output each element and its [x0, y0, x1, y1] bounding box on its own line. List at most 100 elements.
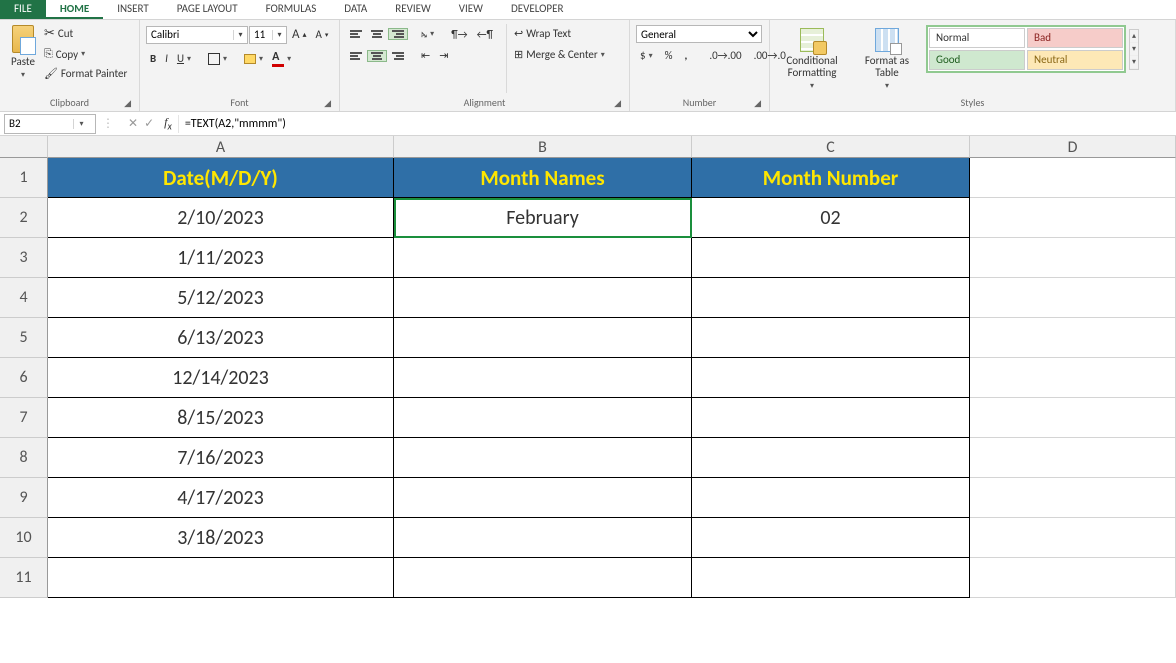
font-color-button[interactable]: A▾ [268, 48, 295, 69]
italic-button[interactable]: I [161, 50, 172, 67]
col-header-a[interactable]: A [48, 136, 394, 158]
cell-B2[interactable]: February [394, 198, 692, 238]
tab-data[interactable]: DATA [330, 0, 381, 19]
rtl-button[interactable]: ←¶ [473, 26, 497, 43]
row-header[interactable]: 10 [0, 518, 48, 558]
cell-D4[interactable] [970, 278, 1176, 318]
copy-button[interactable]: ⎘Copy▾ [40, 45, 131, 63]
merge-center-button[interactable]: ⊞Merge & Center▾ [510, 46, 609, 63]
paste-button[interactable]: Paste ▾ [6, 22, 40, 95]
row-header[interactable]: 2 [0, 198, 48, 238]
comma-format-button[interactable]: , [680, 47, 691, 64]
style-neutral[interactable]: Neutral [1027, 50, 1123, 70]
cell-D5[interactable] [970, 318, 1176, 358]
gallery-scroll[interactable]: ▴▾▾ [1129, 29, 1139, 70]
increase-decimal-button[interactable]: .0→.00 [705, 47, 745, 64]
cell-B11[interactable] [394, 558, 692, 598]
cell-D11[interactable] [970, 558, 1176, 598]
orientation-button[interactable]: ⦮▾ [417, 25, 438, 43]
bold-button[interactable]: B [146, 50, 160, 67]
cell-styles-gallery[interactable]: Normal Bad Good Neutral [926, 25, 1126, 73]
cell-B9[interactable] [394, 478, 692, 518]
underline-button[interactable]: U▾ [173, 50, 195, 67]
row-header[interactable]: 4 [0, 278, 48, 318]
more-icon[interactable]: ▾ [1130, 56, 1138, 69]
row-header[interactable]: 1 [0, 158, 48, 198]
align-top-button[interactable] [346, 28, 366, 40]
row-header[interactable]: 8 [0, 438, 48, 478]
col-header-b[interactable]: B [394, 136, 692, 158]
cell-C10[interactable] [692, 518, 970, 558]
cell-D8[interactable] [970, 438, 1176, 478]
cell-A7[interactable]: 8/15/2023 [48, 398, 394, 438]
alignment-dialog-launcher[interactable]: ◢ [614, 98, 621, 109]
name-box-input[interactable] [5, 117, 73, 130]
cell-B8[interactable] [394, 438, 692, 478]
style-good[interactable]: Good [929, 50, 1025, 70]
cell-D10[interactable] [970, 518, 1176, 558]
cell-A3[interactable]: 1/11/2023 [48, 238, 394, 278]
cell-C11[interactable] [692, 558, 970, 598]
tab-developer[interactable]: DEVELOPER [497, 0, 577, 19]
chevron-down-icon[interactable]: ▾ [1130, 43, 1138, 56]
number-dialog-launcher[interactable]: ◢ [754, 98, 761, 109]
chevron-down-icon[interactable]: ▾ [233, 30, 247, 40]
cell-C9[interactable] [692, 478, 970, 518]
cell-A11[interactable] [48, 558, 394, 598]
cell-C5[interactable] [692, 318, 970, 358]
cell-A10[interactable]: 3/18/2023 [48, 518, 394, 558]
col-header-c[interactable]: C [692, 136, 970, 158]
tab-view[interactable]: VIEW [445, 0, 497, 19]
cell-B1[interactable]: Month Names [394, 158, 692, 198]
fx-icon[interactable]: fx [164, 115, 172, 132]
cell-A6[interactable]: 12/14/2023 [48, 358, 394, 398]
cell-D9[interactable] [970, 478, 1176, 518]
cell-A1[interactable]: Date(M/D/Y) [48, 158, 394, 198]
spreadsheet-grid[interactable]: A B C D 1 Date(M/D/Y) Month Names Month … [0, 136, 1176, 598]
row-header[interactable]: 5 [0, 318, 48, 358]
tab-formulas[interactable]: FORMULAS [252, 0, 331, 19]
select-all-corner[interactable] [0, 136, 48, 158]
tab-home[interactable]: HOME [46, 0, 103, 19]
cell-C8[interactable] [692, 438, 970, 478]
chevron-up-icon[interactable]: ▴ [1130, 30, 1138, 43]
cell-B10[interactable] [394, 518, 692, 558]
font-name-combo[interactable]: ▾ [146, 26, 248, 44]
wrap-text-button[interactable]: ↩Wrap Text [510, 25, 609, 42]
align-center-button[interactable] [367, 50, 387, 62]
cut-button[interactable]: ✂Cut [40, 24, 131, 43]
style-bad[interactable]: Bad [1027, 28, 1123, 48]
row-header[interactable]: 11 [0, 558, 48, 598]
cell-C4[interactable] [692, 278, 970, 318]
row-header[interactable]: 7 [0, 398, 48, 438]
percent-format-button[interactable]: % [661, 47, 677, 64]
cell-C3[interactable] [692, 238, 970, 278]
shrink-font-button[interactable]: A▾ [312, 26, 333, 43]
formula-input[interactable] [178, 115, 1176, 133]
cell-B4[interactable] [394, 278, 692, 318]
cell-C7[interactable] [692, 398, 970, 438]
cell-B5[interactable] [394, 318, 692, 358]
cell-D1[interactable] [970, 158, 1176, 198]
col-header-d[interactable]: D [970, 136, 1176, 158]
row-header[interactable]: 6 [0, 358, 48, 398]
font-size-combo[interactable]: ▾ [249, 26, 287, 44]
cell-A9[interactable]: 4/17/2023 [48, 478, 394, 518]
tab-insert[interactable]: INSERT [103, 0, 163, 19]
increase-indent-button[interactable]: ⇥ [435, 47, 452, 64]
font-name-input[interactable] [147, 27, 233, 43]
accounting-format-button[interactable]: $▾ [636, 47, 657, 64]
cell-D2[interactable] [970, 198, 1176, 238]
borders-button[interactable]: ▾ [204, 51, 231, 67]
align-bottom-button[interactable] [388, 28, 408, 40]
row-header[interactable]: 3 [0, 238, 48, 278]
number-format-select[interactable]: General [636, 25, 762, 43]
cell-D3[interactable] [970, 238, 1176, 278]
tab-page-layout[interactable]: PAGE LAYOUT [163, 0, 252, 19]
align-middle-button[interactable] [367, 28, 387, 40]
enter-formula-button[interactable]: ✓ [144, 116, 154, 131]
format-as-table-button[interactable]: Format as Table▾ [854, 25, 920, 94]
chevron-down-icon[interactable]: ▾ [272, 30, 286, 40]
align-right-button[interactable] [388, 50, 408, 62]
cell-C2[interactable]: 02 [692, 198, 970, 238]
